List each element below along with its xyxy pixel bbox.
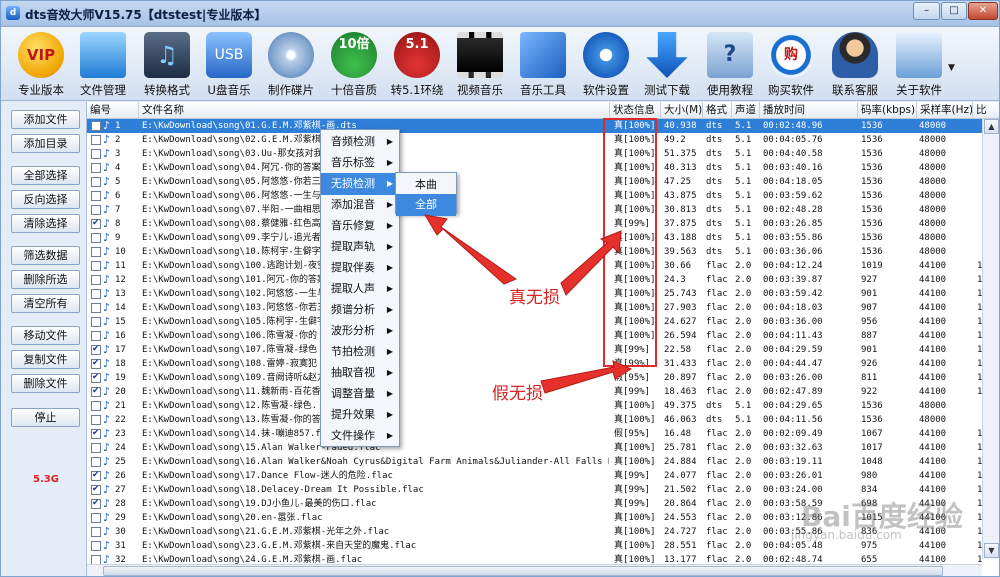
annotation-arrows [424,214,633,394]
true-lossless-annotation: 真无损 [509,288,560,308]
watermark-url: jingyan.baidu.com [791,528,902,542]
fake-lossless-annotation: 假无损 [492,384,543,404]
app-window: d dts音效大师V15.75【dtstest|专业版本】 – □ ✕ VIP 专… [0,0,1000,577]
